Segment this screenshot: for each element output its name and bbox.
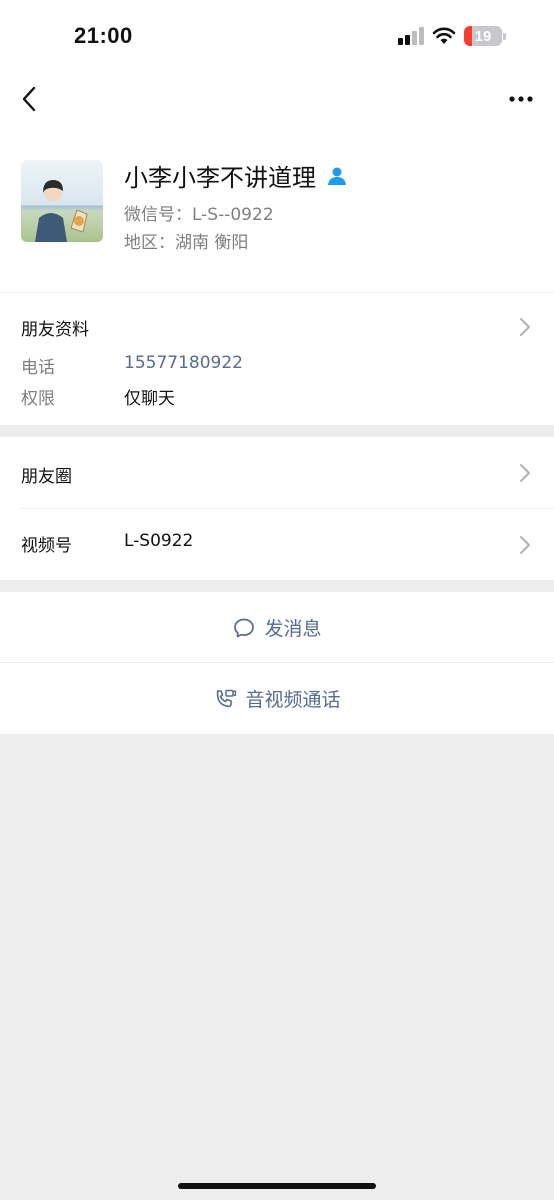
home-indicator[interactable] bbox=[178, 1183, 376, 1189]
chat-bubble-icon bbox=[234, 618, 255, 637]
battery-charging-icon: 19 bbox=[464, 26, 506, 46]
contact-person-icon bbox=[328, 167, 346, 185]
nav-bar bbox=[0, 74, 554, 124]
send-message-button[interactable]: 发消息 bbox=[0, 592, 554, 663]
battery-level: 19 bbox=[474, 27, 492, 45]
moments-row[interactable]: 朋友圈 bbox=[0, 437, 554, 508]
chevron-right-icon bbox=[520, 318, 530, 336]
nickname: 小李小李不讲道理 bbox=[124, 164, 316, 192]
wifi-icon bbox=[432, 27, 456, 44]
status-time: 21:00 bbox=[74, 23, 133, 48]
chevron-right-icon bbox=[520, 536, 530, 554]
channels-row[interactable]: 视频号 L-S0922 bbox=[0, 509, 554, 580]
status-bar: 21:00 19 bbox=[0, 0, 554, 74]
cellular-signal-icon bbox=[398, 27, 424, 45]
chevron-left-icon[interactable] bbox=[14, 82, 48, 116]
wechat-id: 微信号：L-S--0922 bbox=[124, 205, 274, 225]
moments-channels-section: 朋友圈 视频号 L-S0922 bbox=[0, 437, 554, 580]
friend-info-section[interactable]: 朋友资料 电话 15577180922 权限 仅聊天 bbox=[0, 292, 554, 425]
phone-video-icon bbox=[217, 689, 237, 707]
profile-header: 小李小李不讲道理 微信号：L-S--0922 地区：湖南 衡阳 bbox=[0, 124, 554, 292]
region: 地区：湖南 衡阳 bbox=[124, 233, 249, 253]
status-icons: 19 bbox=[398, 26, 506, 46]
video-call-button[interactable]: 音视频通话 bbox=[0, 663, 554, 734]
avatar[interactable] bbox=[21, 160, 103, 242]
chevron-right-icon bbox=[520, 464, 530, 482]
friend-info-title: 朋友资料 bbox=[21, 320, 89, 340]
phone-label: 电话 bbox=[21, 358, 55, 378]
channels-value: L-S0922 bbox=[124, 531, 194, 551]
send-message-label: 发消息 bbox=[264, 618, 322, 640]
video-call-label: 音视频通话 bbox=[245, 689, 341, 711]
phone-number-link[interactable]: 15577180922 bbox=[124, 353, 243, 373]
ellipsis-icon[interactable] bbox=[504, 82, 538, 116]
channels-label: 视频号 bbox=[21, 536, 72, 556]
permission-label: 权限 bbox=[21, 389, 55, 409]
permission-value: 仅聊天 bbox=[124, 389, 175, 409]
moments-label: 朋友圈 bbox=[21, 467, 72, 487]
nickname-row: 小李小李不讲道理 bbox=[124, 158, 348, 193]
